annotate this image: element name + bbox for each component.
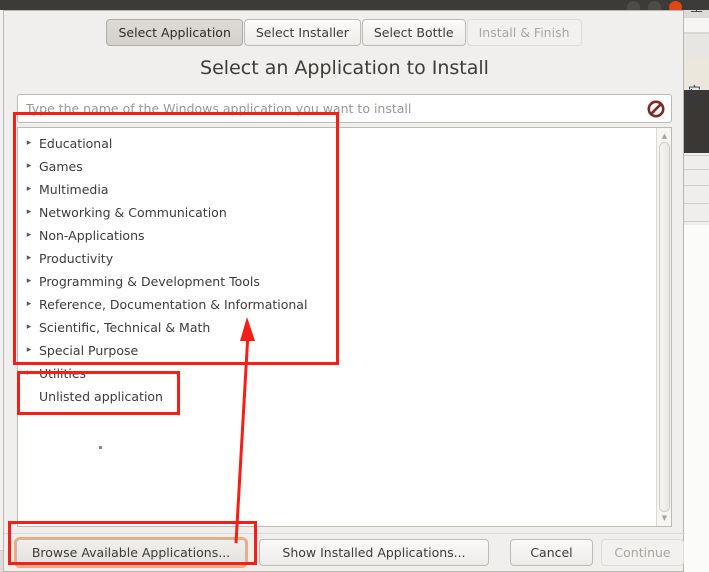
dialog-button-bar: Browse Available Applications... Show In… <box>4 533 685 572</box>
chevron-right-icon[interactable]: ▸ <box>22 323 36 332</box>
category-label: Non-Applications <box>39 228 145 243</box>
cursor-dot-marker <box>99 446 102 449</box>
chevron-right-icon[interactable]: ▸ <box>22 185 36 194</box>
list-item[interactable]: ▸ Games <box>18 155 656 178</box>
chevron-right-icon[interactable]: ▸ <box>22 277 36 286</box>
category-label: Productivity <box>39 251 114 266</box>
category-label: Educational <box>39 136 113 151</box>
wizard-step-tabs: Select Application Select Installer Sele… <box>4 19 685 46</box>
scroll-down-arrow-icon[interactable]: ▼ <box>658 511 671 525</box>
list-item[interactable]: ▸ Utilities <box>18 362 656 385</box>
category-label: Multimedia <box>39 182 109 197</box>
screen: 堂 它 Select Application Select Installer … <box>0 0 709 572</box>
category-label: Scientific, Technical & Math <box>39 320 211 335</box>
no-entry-icon[interactable] <box>645 98 667 120</box>
chevron-right-icon[interactable]: ▸ <box>22 208 36 217</box>
tab-select-application[interactable]: Select Application <box>106 19 243 46</box>
chevron-right-icon[interactable]: ▸ <box>22 231 36 240</box>
show-installed-applications-button[interactable]: Show Installed Applications... <box>259 539 489 566</box>
application-category-list[interactable]: ▸ Educational ▸ Games ▸ Multimedia ▸ Net… <box>17 127 672 527</box>
scrollbar-thumb[interactable] <box>659 142 670 512</box>
install-wizard-dialog: Select Application Select Installer Sele… <box>3 10 685 572</box>
search-field-wrapper[interactable] <box>17 94 672 123</box>
list-item[interactable]: ▸ Programming & Development Tools <box>18 270 656 293</box>
scroll-up-arrow-icon[interactable]: ▲ <box>658 129 671 143</box>
background-lower-panel <box>684 225 709 572</box>
list-item[interactable]: ▸ Productivity <box>18 247 656 270</box>
category-label: Networking & Communication <box>39 205 227 220</box>
background-cjk-text-mid: 它 <box>688 85 701 100</box>
tab-select-bottle[interactable]: Select Bottle <box>361 19 466 46</box>
chevron-right-icon[interactable]: ▸ <box>22 254 36 263</box>
window-titlebar <box>0 0 709 10</box>
vertical-scrollbar[interactable]: ▲ ▼ <box>656 128 671 526</box>
chevron-right-icon[interactable]: ▸ <box>22 300 36 309</box>
list-item[interactable]: ▸ Scientific, Technical & Math <box>18 316 656 339</box>
list-item[interactable]: ▸ Networking & Communication <box>18 201 656 224</box>
tab-select-installer[interactable]: Select Installer <box>243 19 361 46</box>
chevron-right-icon[interactable]: ▸ <box>22 369 36 378</box>
search-input[interactable] <box>18 101 645 116</box>
browse-available-applications-button[interactable]: Browse Available Applications... <box>16 539 246 566</box>
cancel-button[interactable]: Cancel <box>510 539 593 566</box>
list-item[interactable]: ▸ Educational <box>18 132 656 155</box>
chevron-right-icon[interactable]: ▸ <box>22 162 36 171</box>
list-item-unlisted-application[interactable]: Unlisted application <box>18 385 656 408</box>
continue-button: Continue <box>601 539 684 566</box>
category-label: Special Purpose <box>39 343 139 358</box>
page-title: Select an Application to Install <box>200 57 489 79</box>
unlisted-application-label: Unlisted application <box>39 389 163 404</box>
chevron-right-icon[interactable]: ▸ <box>22 139 36 148</box>
category-label: Utilities <box>39 366 87 381</box>
list-item[interactable]: ▸ Non-Applications <box>18 224 656 247</box>
list-item[interactable]: ▸ Reference, Documentation & Information… <box>18 293 656 316</box>
list-item[interactable]: ▸ Multimedia <box>18 178 656 201</box>
tab-install-and-finish: Install & Finish <box>466 19 582 46</box>
chevron-right-icon[interactable]: ▸ <box>22 346 36 355</box>
category-label: Games <box>39 159 83 174</box>
background-separator-lines <box>684 155 709 225</box>
category-list-content: ▸ Educational ▸ Games ▸ Multimedia ▸ Net… <box>18 128 656 526</box>
category-label: Reference, Documentation & Informational <box>39 297 308 312</box>
list-item[interactable]: ▸ Special Purpose <box>18 339 656 362</box>
category-label: Programming & Development Tools <box>39 274 260 289</box>
